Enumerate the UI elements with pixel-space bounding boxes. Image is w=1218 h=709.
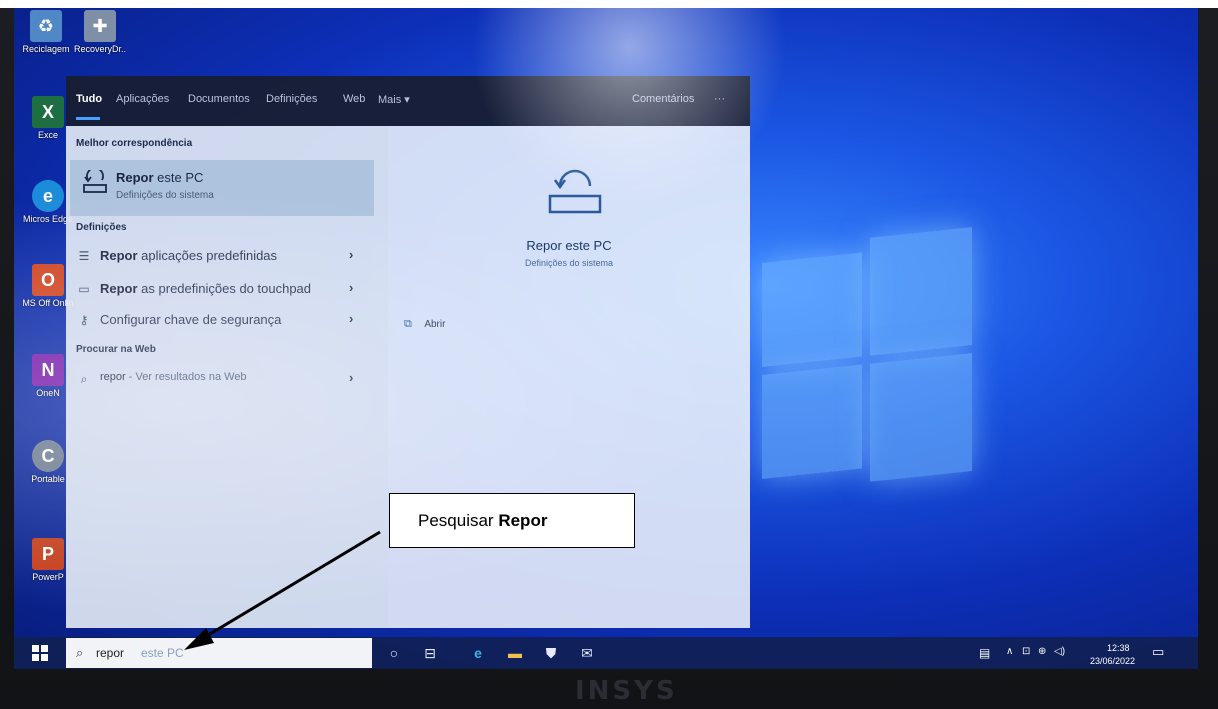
callout-keyword: Repor [498,511,548,530]
callout-box: Pesquisar Repor [389,493,635,548]
callout-arrow [184,530,381,650]
callout-label: Pesquisar [418,511,499,530]
